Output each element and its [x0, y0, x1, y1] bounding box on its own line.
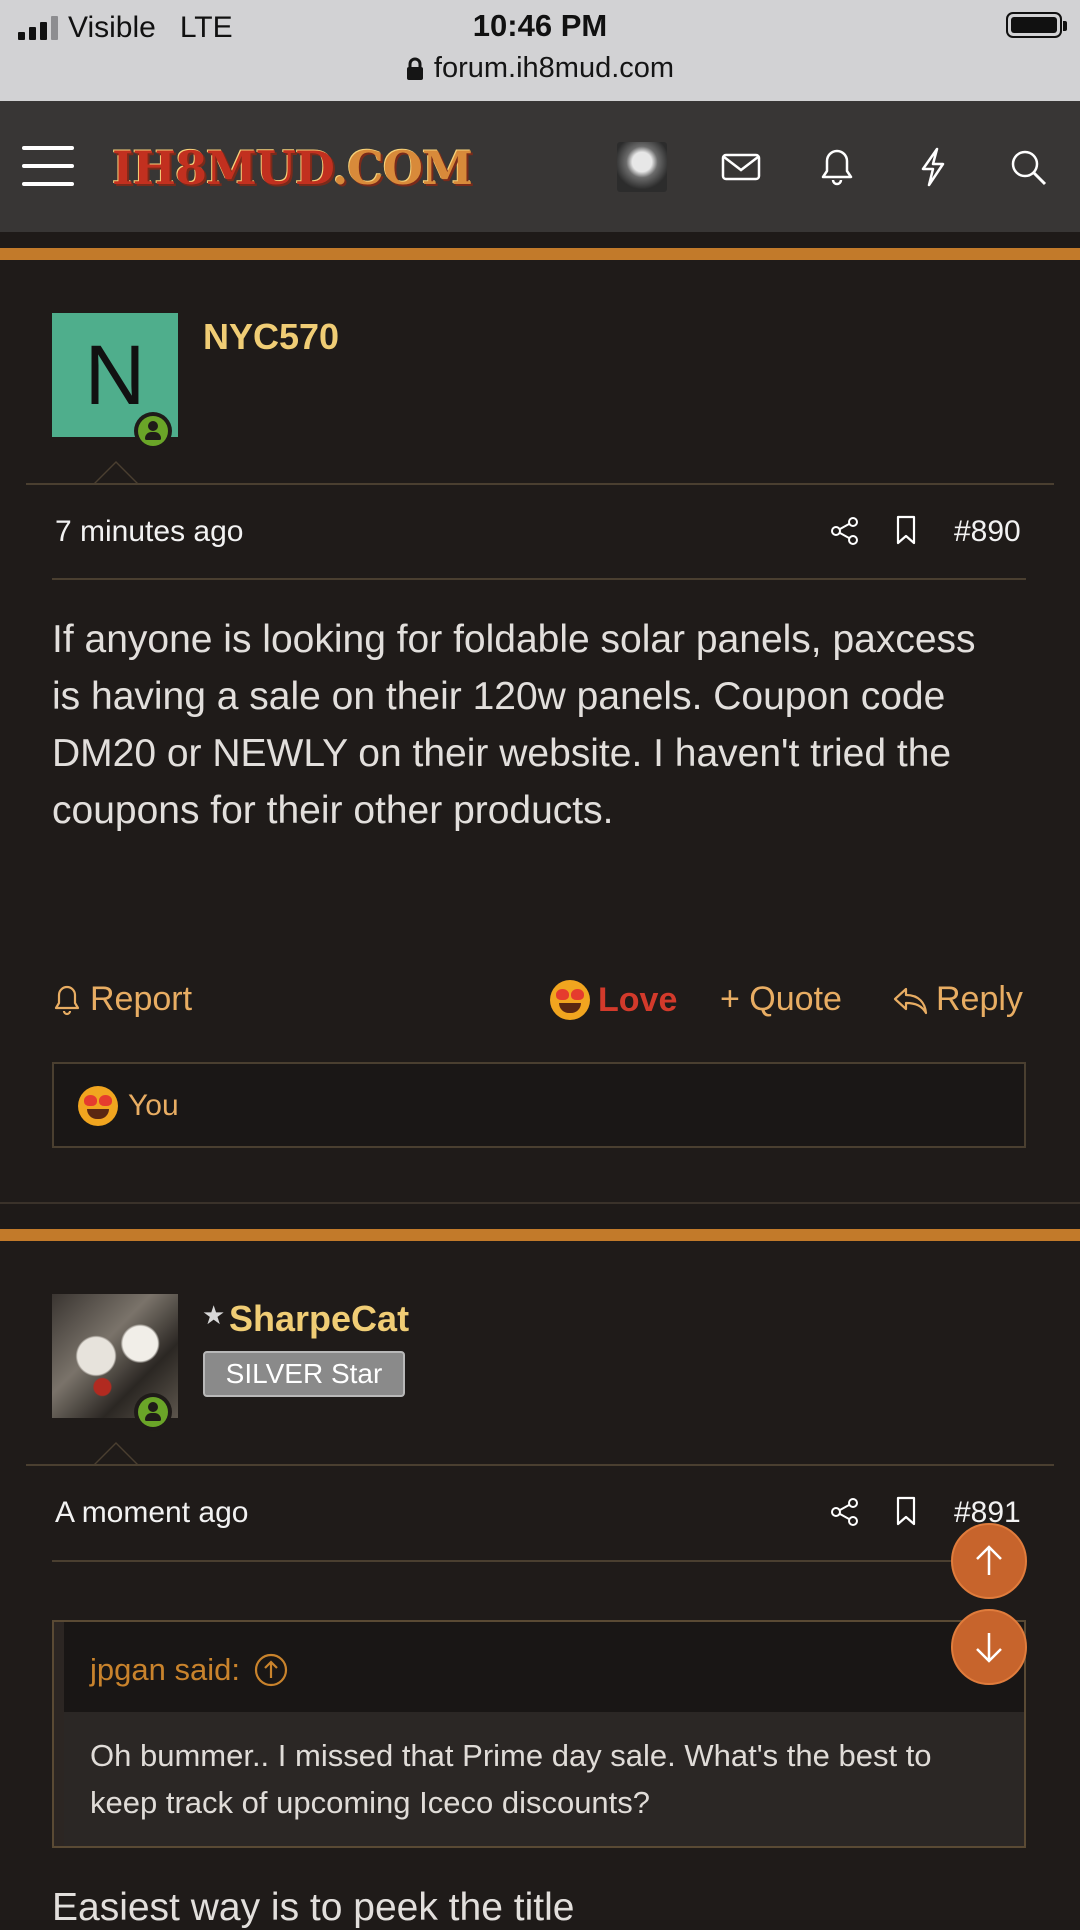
star-icon: ★: [202, 1300, 226, 1330]
site-header: IH8MUD.COM: [0, 101, 1080, 232]
arrow-up-circle-icon[interactable]: [254, 1653, 288, 1687]
lightning-icon[interactable]: [913, 147, 953, 187]
quote-author[interactable]: jpgan said:: [90, 1652, 288, 1688]
post-time[interactable]: 7 minutes ago: [55, 515, 243, 549]
bell-icon: [54, 985, 80, 1015]
divider: [26, 483, 1054, 485]
divider: [52, 1560, 1026, 1562]
reactions-label[interactable]: You: [128, 1089, 179, 1123]
post-body: Easiest way is to peek the title: [52, 1886, 575, 1929]
report-label: Report: [90, 980, 193, 1018]
bookmark-icon[interactable]: [890, 1495, 922, 1527]
quote-author-label: jpgan said:: [90, 1652, 240, 1687]
site-logo[interactable]: IH8MUD.COM: [112, 141, 473, 195]
post-body: If anyone is looking for foldable solar …: [52, 618, 976, 832]
username[interactable]: NYC570: [203, 316, 339, 358]
divider: [0, 1202, 1080, 1204]
reply-button[interactable]: Reply: [892, 980, 1023, 1019]
arrow-down-icon: [976, 1633, 1002, 1663]
reply-label: Reply: [936, 980, 1023, 1018]
heart-eyes-emoji-icon: [550, 980, 590, 1020]
username[interactable]: SharpeCat: [229, 1298, 409, 1340]
divider: [26, 1464, 1054, 1466]
post-accent-bar: [0, 1229, 1080, 1241]
scroll-to-top-button[interactable]: [951, 1523, 1027, 1599]
divider-pointer: [94, 1442, 138, 1464]
online-status-icon: [134, 1393, 172, 1431]
share-icon[interactable]: [829, 515, 861, 547]
report-button[interactable]: Report: [52, 980, 192, 1019]
lock-icon: [406, 57, 423, 80]
search-icon[interactable]: [1008, 147, 1048, 187]
scroll-to-bottom-button[interactable]: [951, 1609, 1027, 1685]
url-bar[interactable]: forum.ih8mud.com: [0, 52, 1080, 85]
quote-block: jpgan said: Oh bummer.. I missed that Pr…: [52, 1620, 1026, 1848]
arrow-up-icon: [976, 1545, 1002, 1575]
quote-label: + Quote: [720, 980, 842, 1018]
post-accent-bar: [0, 248, 1080, 260]
reply-icon: [893, 987, 928, 1014]
love-label: Love: [598, 980, 678, 1019]
mail-icon[interactable]: [721, 147, 761, 187]
post-number[interactable]: #890: [954, 515, 1021, 549]
quote-body: Oh bummer.. I missed that Prime day sale…: [64, 1712, 1024, 1846]
love-button[interactable]: Love: [550, 980, 677, 1020]
online-status-icon: [134, 412, 172, 450]
user-avatar[interactable]: [617, 142, 667, 192]
heart-eyes-emoji-icon: [78, 1086, 118, 1126]
clock: 10:46 PM: [472, 8, 608, 43]
bell-icon[interactable]: [817, 147, 857, 187]
quote-button[interactable]: + Quote: [720, 980, 842, 1019]
bookmark-icon[interactable]: [890, 514, 922, 546]
divider-pointer: [94, 461, 138, 483]
menu-icon[interactable]: [22, 146, 74, 186]
status-bar: Visible LTE 10:46 PM forum.ih8mud.com: [0, 0, 1080, 101]
battery-icon: [1006, 12, 1067, 38]
share-icon[interactable]: [829, 1496, 861, 1528]
reactions-bar[interactable]: You: [52, 1062, 1026, 1148]
url-text: forum.ih8mud.com: [433, 52, 675, 84]
divider: [52, 578, 1026, 580]
post-time[interactable]: A moment ago: [55, 1496, 248, 1530]
user-title-badge: SILVER Star: [203, 1351, 405, 1397]
